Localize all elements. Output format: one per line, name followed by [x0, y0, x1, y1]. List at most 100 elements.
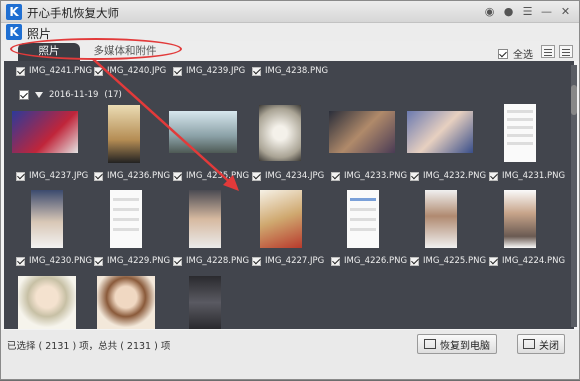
- file-label[interactable]: IMG_4240.JPG: [94, 66, 166, 76]
- file-checkbox[interactable]: [410, 256, 419, 266]
- minimize-icon[interactable]: —: [539, 4, 554, 19]
- app-title: 开心手机恢复大师: [27, 6, 119, 20]
- file-label[interactable]: IMG_4231.PNG: [489, 171, 565, 181]
- file-name: IMG_4232.PNG: [423, 171, 487, 181]
- photo-thumbnail[interactable]: [189, 190, 221, 248]
- menu-icon[interactable]: ☰: [520, 4, 535, 19]
- file-checkbox[interactable]: [252, 171, 261, 181]
- file-checkbox[interactable]: [331, 171, 340, 181]
- photo-thumbnail[interactable]: [504, 104, 536, 162]
- photo-thumbnail[interactable]: [169, 111, 237, 153]
- file-label[interactable]: IMG_4236.PNG: [94, 171, 170, 181]
- photo-thumbnail[interactable]: [329, 111, 395, 153]
- photo-thumbnail[interactable]: [425, 190, 457, 248]
- file-name: IMG_4224.PNG: [502, 256, 566, 266]
- photo-thumbnail[interactable]: [260, 190, 302, 248]
- file-label[interactable]: IMG_4239.JPG: [173, 66, 245, 76]
- select-all-checkbox[interactable]: [498, 48, 508, 59]
- date-group-header[interactable]: 2016-11-19 (17): [19, 90, 122, 100]
- file-label[interactable]: IMG_4238.PNG: [252, 66, 328, 76]
- file-checkbox[interactable]: [94, 256, 103, 266]
- file-name: IMG_4235.PNG: [186, 171, 250, 181]
- file-label[interactable]: IMG_4235.PNG: [173, 171, 249, 181]
- file-name: IMG_4227.JPG: [265, 256, 325, 266]
- file-label[interactable]: IMG_4234.JPG: [252, 171, 324, 181]
- file-checkbox[interactable]: [252, 66, 261, 76]
- file-name: IMG_4229.PNG: [107, 256, 171, 266]
- file-name: IMG_4236.PNG: [107, 171, 171, 181]
- group-count: (17): [104, 90, 122, 100]
- app-window: K 开心手机恢复大师 ◉ ● ☰ — ✕ K 照片 照片 多媒体和附件 全选 I…: [0, 0, 580, 380]
- chat-bubble-icon[interactable]: ●: [501, 4, 516, 19]
- file-label[interactable]: IMG_4224.PNG: [489, 256, 565, 266]
- wechat-icon[interactable]: ◉: [482, 4, 497, 19]
- file-name: IMG_4230.PNG: [29, 256, 93, 266]
- photo-thumbnail[interactable]: [97, 276, 155, 329]
- title-bar: K 开心手机恢复大师 ◉ ● ☰ — ✕: [1, 1, 579, 23]
- photo-thumbnail[interactable]: [108, 105, 140, 163]
- select-all[interactable]: 全选: [498, 46, 533, 61]
- group-checkbox[interactable]: [19, 90, 29, 100]
- close-icon[interactable]: ✕: [558, 4, 573, 19]
- collapse-triangle-icon[interactable]: [35, 92, 43, 98]
- file-name: IMG_4228.PNG: [186, 256, 250, 266]
- file-checkbox[interactable]: [173, 256, 182, 266]
- file-label[interactable]: IMG_4233.PNG: [331, 171, 407, 181]
- file-checkbox[interactable]: [489, 256, 498, 266]
- exit-icon: [523, 339, 535, 349]
- status-bar: 已选择 ( 2131 ) 项，总共 ( 2131 ) 项 恢复到电脑 关闭: [1, 330, 579, 379]
- vertical-scrollbar[interactable]: [571, 65, 577, 327]
- select-all-label: 全选: [513, 50, 533, 61]
- file-name: IMG_4237.JPG: [29, 171, 89, 181]
- photo-thumbnail[interactable]: [407, 111, 473, 153]
- app-logo: K: [6, 4, 22, 20]
- file-checkbox[interactable]: [173, 66, 182, 76]
- file-name: IMG_4234.JPG: [265, 171, 325, 181]
- file-name: IMG_4226.PNG: [344, 256, 408, 266]
- photo-thumbnail[interactable]: [12, 111, 78, 153]
- photo-thumbnail[interactable]: [18, 276, 76, 329]
- photo-grid: IMG_4241.PNG IMG_4240.JPG IMG_4239.JPG I…: [4, 61, 574, 329]
- file-checkbox[interactable]: [489, 171, 498, 181]
- file-label[interactable]: IMG_4227.JPG: [252, 256, 324, 266]
- file-name: IMG_4239.JPG: [186, 66, 246, 76]
- file-name: IMG_4241.PNG: [29, 66, 93, 76]
- photo-thumbnail[interactable]: [189, 276, 221, 329]
- file-label[interactable]: IMG_4225.PNG: [410, 256, 486, 266]
- list-view-icon[interactable]: [559, 45, 573, 58]
- scrollbar-thumb[interactable]: [571, 85, 577, 115]
- file-checkbox[interactable]: [16, 256, 25, 266]
- file-checkbox[interactable]: [16, 66, 25, 76]
- file-label[interactable]: IMG_4228.PNG: [173, 256, 249, 266]
- close-button-label: 关闭: [539, 340, 559, 352]
- photo-thumbnail[interactable]: [504, 190, 536, 248]
- file-label[interactable]: IMG_4241.PNG: [16, 66, 92, 76]
- file-name: IMG_4238.PNG: [265, 66, 329, 76]
- file-name: IMG_4233.PNG: [344, 171, 408, 181]
- file-checkbox[interactable]: [94, 66, 103, 76]
- file-label[interactable]: IMG_4226.PNG: [331, 256, 407, 266]
- file-label[interactable]: IMG_4230.PNG: [16, 256, 92, 266]
- file-checkbox[interactable]: [16, 171, 25, 181]
- grid-view-icon[interactable]: [541, 45, 555, 58]
- section-logo: K: [6, 24, 22, 40]
- photo-thumbnail[interactable]: [31, 190, 63, 248]
- restore-to-pc-button[interactable]: 恢复到电脑: [417, 334, 497, 354]
- tab-highlight-annotation: [10, 38, 182, 60]
- photo-thumbnail[interactable]: [259, 105, 301, 161]
- group-date: 2016-11-19: [49, 90, 99, 100]
- file-checkbox[interactable]: [94, 171, 103, 181]
- file-label[interactable]: IMG_4229.PNG: [94, 256, 170, 266]
- restore-button-label: 恢复到电脑: [440, 340, 490, 352]
- file-checkbox[interactable]: [173, 171, 182, 181]
- file-checkbox[interactable]: [252, 256, 261, 266]
- photo-thumbnail[interactable]: [347, 190, 379, 248]
- close-button[interactable]: 关闭: [517, 334, 565, 354]
- file-label[interactable]: IMG_4232.PNG: [410, 171, 486, 181]
- file-checkbox[interactable]: [331, 256, 340, 266]
- file-checkbox[interactable]: [410, 171, 419, 181]
- computer-icon: [424, 339, 436, 349]
- file-name: IMG_4240.JPG: [107, 66, 167, 76]
- file-label[interactable]: IMG_4237.JPG: [16, 171, 88, 181]
- photo-thumbnail[interactable]: [110, 190, 142, 248]
